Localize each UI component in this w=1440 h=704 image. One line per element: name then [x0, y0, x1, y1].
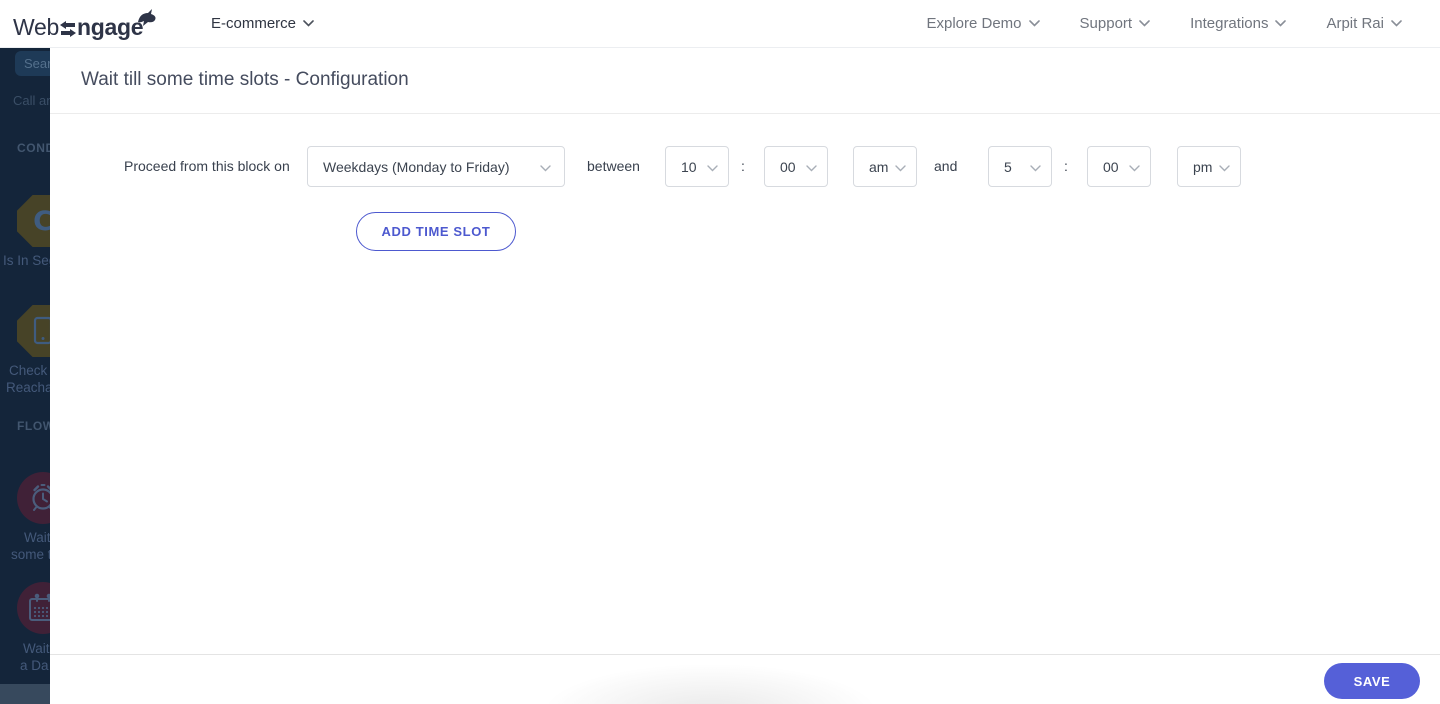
- between-label: between: [587, 158, 640, 174]
- wait-time-slots-label-line1: Wait: [24, 530, 51, 545]
- wait-date-label-line2: a Da: [20, 658, 49, 673]
- add-time-slot-button[interactable]: ADD TIME SLOT: [356, 212, 516, 251]
- end-meridiem-select[interactable]: pm: [1177, 146, 1241, 187]
- nav-user-menu-label: Arpit Rai: [1326, 15, 1384, 32]
- chevron-down-icon: [303, 20, 314, 27]
- start-meridiem-select[interactable]: am: [853, 146, 917, 187]
- nav-integrations-label: Integrations: [1190, 15, 1269, 32]
- day-select[interactable]: Weekdays (Monday to Friday): [307, 146, 565, 187]
- logo-text-web: Web: [13, 14, 59, 40]
- nav-user-menu[interactable]: Arpit Rai: [1326, 0, 1402, 47]
- nav-integrations[interactable]: Integrations: [1190, 0, 1287, 47]
- nav-explore-demo-label: Explore Demo: [926, 15, 1022, 32]
- chevron-down-icon: [540, 165, 551, 172]
- end-meridiem-value: pm: [1193, 158, 1213, 175]
- chevron-down-icon: [1391, 20, 1402, 27]
- nav-support[interactable]: Support: [1080, 0, 1151, 47]
- proceed-label: Proceed from this block on: [124, 158, 290, 174]
- project-menu-label: E-commerce: [211, 15, 297, 32]
- canvas-shadow: [470, 655, 950, 704]
- navbar-right-menu: Explore Demo Support Integrations Arpit …: [926, 0, 1402, 47]
- nav-explore-demo[interactable]: Explore Demo: [926, 0, 1040, 47]
- panel-title: Wait till some time slots - Configuratio…: [81, 69, 409, 90]
- end-minute-select[interactable]: 00: [1087, 146, 1151, 187]
- project-menu[interactable]: E-commerce: [211, 0, 314, 47]
- start-meridiem-value: am: [869, 158, 889, 175]
- logo-text-ngage: ngage: [76, 14, 144, 40]
- check-reachability-label-line1: Check: [9, 363, 48, 378]
- end-minute-value: 00: [1103, 158, 1119, 175]
- day-select-value: Weekdays (Monday to Friday): [323, 158, 510, 175]
- start-hour-select[interactable]: 10: [665, 146, 729, 187]
- start-hour-value: 10: [681, 158, 697, 175]
- wait-time-slots-label-line2: some t: [11, 547, 52, 562]
- webengage-logo[interactable]: Web ngage: [13, 7, 159, 41]
- chevron-down-icon: [1028, 20, 1040, 27]
- config-panel-header: Wait till some time slots - Configuratio…: [50, 48, 1440, 114]
- chevron-down-icon: [1275, 20, 1287, 27]
- sidebar-item-call-api-label: Call an: [13, 93, 54, 108]
- chevron-down-icon: [1030, 165, 1041, 172]
- colon-separator: :: [1064, 158, 1068, 174]
- check-reachability-label-line2: Reacha: [6, 380, 53, 395]
- colon-separator: :: [741, 158, 745, 174]
- chevron-down-icon: [707, 165, 718, 172]
- chevron-down-icon: [1219, 165, 1230, 172]
- end-hour-select[interactable]: 5: [988, 146, 1052, 187]
- start-minute-select[interactable]: 00: [764, 146, 828, 187]
- save-button[interactable]: SAVE: [1324, 663, 1420, 699]
- is-in-segment-label: Is In Seg: [3, 253, 57, 268]
- chevron-down-icon: [895, 165, 906, 172]
- top-navbar: Web ngage E-commerce Explore Demo Suppor…: [0, 0, 1440, 48]
- wait-date-label-line1: Wait: [23, 641, 50, 656]
- block-search-placeholder: Sear: [24, 56, 52, 71]
- logo-bird-icon: [138, 9, 156, 26]
- app-root: Web ngage E-commerce Explore Demo Suppor…: [0, 0, 1440, 704]
- config-panel-footer: SAVE: [50, 654, 1440, 704]
- chevron-down-icon: [806, 165, 817, 172]
- config-panel: Wait till some time slots - Configuratio…: [50, 48, 1440, 704]
- and-label: and: [934, 158, 958, 174]
- nav-support-label: Support: [1079, 15, 1133, 32]
- time-slot-row: Proceed from this block on Weekdays (Mon…: [50, 146, 1440, 187]
- start-minute-value: 00: [780, 158, 796, 175]
- logo-arrows-e-icon: [59, 21, 76, 37]
- end-hour-value: 5: [1004, 158, 1012, 175]
- chevron-down-icon: [1129, 165, 1140, 172]
- chevron-down-icon: [1139, 20, 1150, 27]
